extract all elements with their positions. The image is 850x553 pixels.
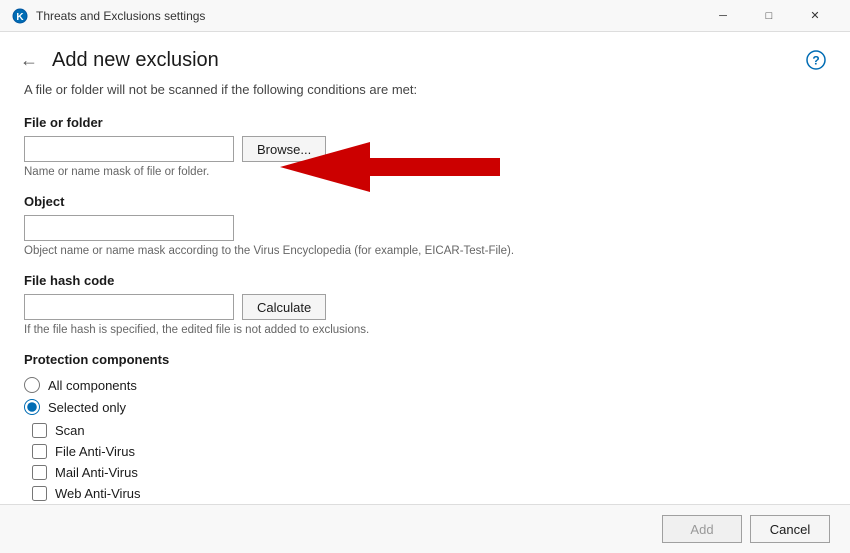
file-or-folder-label: File or folder: [24, 115, 826, 130]
file-or-folder-hint: Name or name mask of file or folder.: [24, 166, 826, 178]
radio-group: All components Selected only: [24, 377, 826, 415]
radio-selected-only-input[interactable]: [24, 399, 40, 415]
footer: Add Cancel: [0, 504, 850, 553]
checkbox-mail-antivirus-label: Mail Anti-Virus: [55, 465, 138, 480]
protection-components-section: Protection components All components Sel…: [24, 352, 826, 501]
title-bar-controls: ─ □ ✕: [700, 0, 838, 32]
maximize-button[interactable]: □: [746, 0, 792, 32]
checkbox-scan[interactable]: Scan: [32, 423, 826, 438]
checkbox-web-antivirus[interactable]: Web Anti-Virus: [32, 486, 826, 501]
checkbox-web-antivirus-input[interactable]: [32, 486, 47, 501]
minimize-button[interactable]: ─: [700, 0, 746, 32]
checkbox-web-antivirus-label: Web Anti-Virus: [55, 486, 141, 501]
app-icon: K: [12, 8, 28, 24]
add-button[interactable]: Add: [662, 515, 742, 543]
back-button[interactable]: ←: [16, 51, 42, 69]
checkbox-mail-antivirus-input[interactable]: [32, 465, 47, 480]
protection-components-title: Protection components: [24, 352, 826, 367]
object-section: Object Object name or name mask accordin…: [24, 194, 826, 257]
radio-selected-only-label: Selected only: [48, 400, 126, 415]
title-bar: K Threats and Exclusions settings ─ □ ✕: [0, 0, 850, 32]
object-hint: Object name or name mask according to th…: [24, 245, 826, 257]
title-bar-text: Threats and Exclusions settings: [36, 9, 700, 23]
radio-all-components-label: All components: [48, 378, 137, 393]
checkbox-file-antivirus-label: File Anti-Virus: [55, 444, 135, 459]
checkbox-scan-label: Scan: [55, 423, 85, 438]
svg-text:?: ?: [812, 54, 819, 68]
file-or-folder-input[interactable]: [24, 136, 234, 162]
main-window: ← Add new exclusion ? A file or folder w…: [0, 32, 850, 553]
file-or-folder-section: File or folder Browse... Name or name ma…: [24, 115, 826, 178]
file-hash-input-row: Calculate: [24, 294, 826, 320]
checkbox-file-antivirus[interactable]: File Anti-Virus: [32, 444, 826, 459]
content-area: A file or folder will not be scanned if …: [0, 82, 850, 504]
checkbox-mail-antivirus[interactable]: Mail Anti-Virus: [32, 465, 826, 480]
file-hash-hint: If the file hash is specified, the edite…: [24, 324, 826, 336]
header-row: ← Add new exclusion ?: [0, 32, 850, 82]
object-label: Object: [24, 194, 826, 209]
radio-all-components[interactable]: All components: [24, 377, 826, 393]
object-input[interactable]: [24, 215, 234, 241]
calculate-button[interactable]: Calculate: [242, 294, 326, 320]
help-button[interactable]: ?: [802, 46, 830, 74]
file-or-folder-input-row: Browse...: [24, 136, 826, 162]
browse-button[interactable]: Browse...: [242, 136, 326, 162]
file-hash-label: File hash code: [24, 273, 826, 288]
object-input-row: [24, 215, 826, 241]
close-button[interactable]: ✕: [792, 0, 838, 32]
checkbox-group: Scan File Anti-Virus Mail Anti-Virus Web…: [24, 423, 826, 501]
file-hash-section: File hash code Calculate If the file has…: [24, 273, 826, 336]
cancel-button[interactable]: Cancel: [750, 515, 830, 543]
radio-selected-only[interactable]: Selected only: [24, 399, 826, 415]
help-icon: ?: [806, 50, 826, 70]
svg-text:K: K: [16, 12, 24, 23]
file-hash-input[interactable]: [24, 294, 234, 320]
subtitle-text: A file or folder will not be scanned if …: [24, 82, 826, 97]
radio-all-components-input[interactable]: [24, 377, 40, 393]
checkbox-scan-input[interactable]: [32, 423, 47, 438]
checkbox-file-antivirus-input[interactable]: [32, 444, 47, 459]
page-title: Add new exclusion: [52, 49, 802, 72]
